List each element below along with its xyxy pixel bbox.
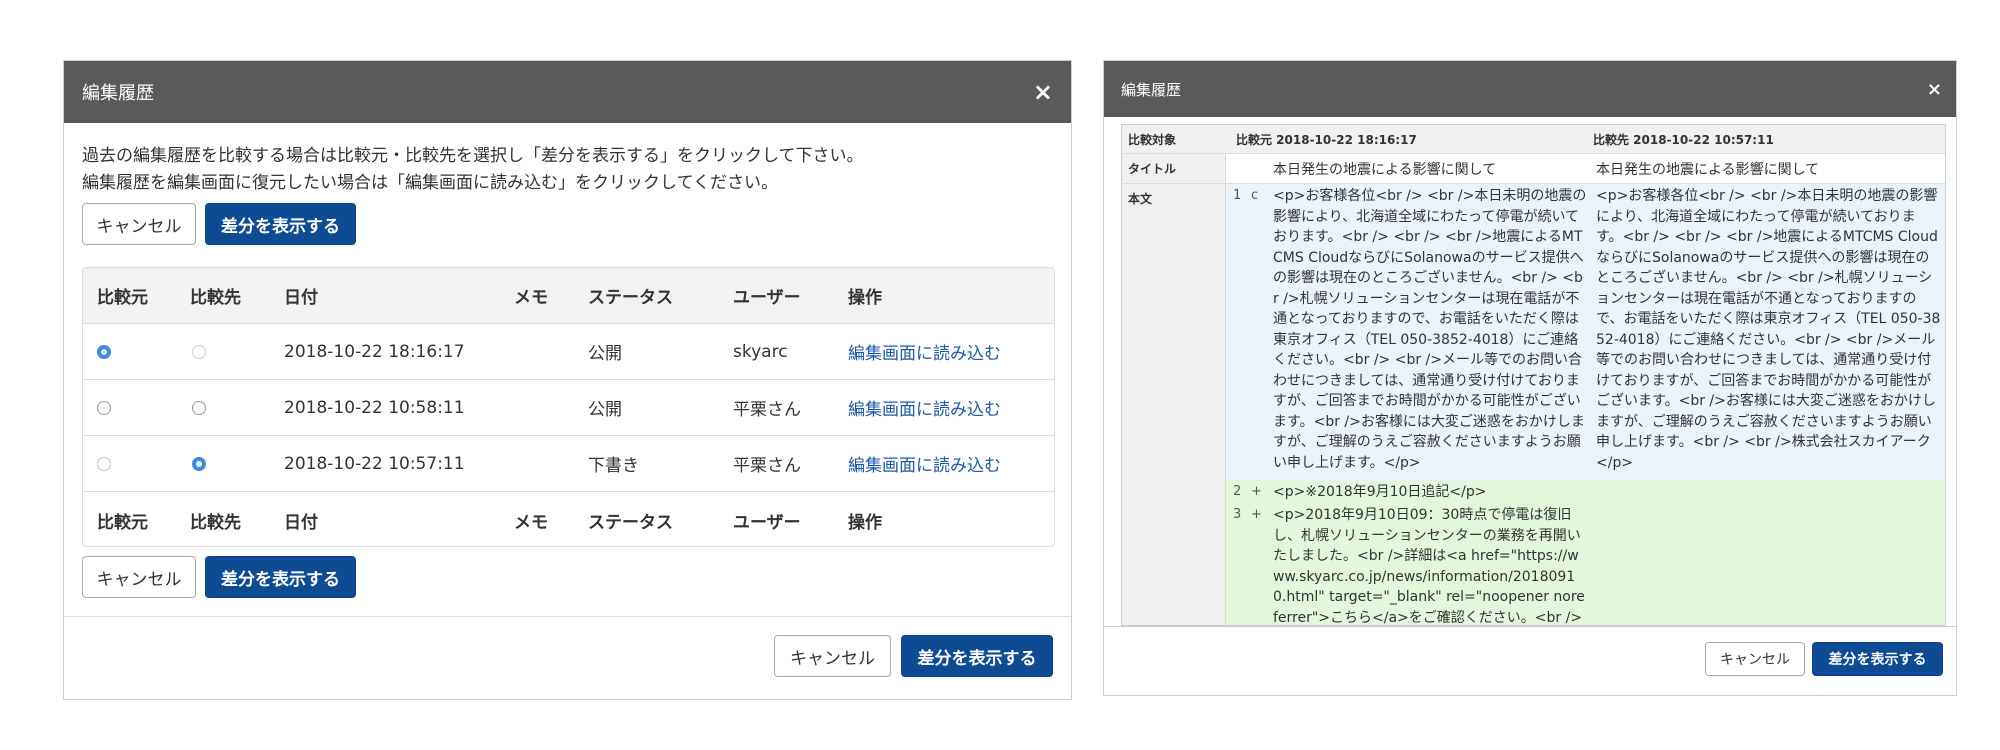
col-action: 操作: [848, 288, 882, 308]
row-status: 公開: [588, 400, 622, 420]
dialog-header: 編集履歴 ×: [1104, 61, 1956, 117]
load-into-editor-link[interactable]: 編集画面に読み込む: [848, 324, 1001, 379]
load-into-editor-link[interactable]: 編集画面に読み込む: [848, 380, 1001, 435]
col-status: ステータス: [588, 288, 673, 308]
table-footer: 比較元 比較先 日付 メモ ステータス ユーザー 操作: [83, 491, 1054, 546]
line-number: 2: [1233, 484, 1242, 499]
col-date: 日付: [284, 512, 318, 533]
col-source: 比較元: [97, 512, 148, 533]
row-user: 平栗さん: [733, 456, 801, 476]
title-target: 本日発生の地震による影響に関して: [1596, 162, 1820, 178]
diff-target-label: 比較先 2018-10-22 10:57:11: [1593, 133, 1774, 147]
diff-body-row: 本文 1 c <p>お客様各位<br /> <br />本日未明の地震の影響によ…: [1122, 183, 1945, 626]
load-into-editor-link[interactable]: 編集画面に読み込む: [848, 436, 1001, 491]
instruction-line: 過去の編集履歴を比較する場合は比較元・比較先を選択し「差分を表示する」をクリック…: [82, 146, 864, 166]
diff-source-label: 比較元 2018-10-22 18:16:17: [1236, 133, 1417, 147]
col-memo: メモ: [514, 512, 548, 533]
dialog-header: 編集履歴 ×: [64, 61, 1071, 123]
diff-header-row: 比較対象 比較元 2018-10-22 18:16:17 比較先 2018-10…: [1122, 125, 1945, 153]
cancel-button[interactable]: キャンセル: [82, 203, 196, 245]
show-diff-button[interactable]: 差分を表示する: [901, 635, 1053, 677]
instruction-line: 編集履歴を編集画面に復元したい場合は「編集画面に読み込む」をクリックしてください…: [82, 173, 778, 193]
target-radio[interactable]: [192, 400, 206, 415]
cancel-button[interactable]: キャンセル: [774, 635, 891, 677]
target-radio: [192, 344, 206, 359]
diff-header-label: 比較対象: [1128, 133, 1177, 147]
col-target: 比較先: [190, 288, 241, 308]
row-date: 2018-10-22 18:16:17: [284, 341, 465, 362]
diff-dialog: 編集履歴 × 比較対象 比較元 2018-10-22 18:16:17 比較先 …: [1103, 60, 1957, 696]
line-source-text: <p>※2018年9月10日追記</p>: [1273, 484, 1487, 500]
row-user: 平栗さん: [733, 400, 801, 420]
diff-table: 比較対象 比較元 2018-10-22 18:16:17 比較先 2018-10…: [1121, 124, 1946, 626]
col-memo: メモ: [514, 288, 548, 308]
source-radio: [97, 456, 111, 471]
line-mark: +: [1251, 484, 1262, 499]
instructions: 過去の編集履歴を比較する場合は比較元・比較先を選択し「差分を表示する」をクリック…: [82, 143, 864, 197]
diff-title-row: タイトル 本日発生の地震による影響に関して 本日発生の地震による影響に関して: [1122, 153, 1945, 184]
line-source-text: <p>お客様各位<br /> <br />本日未明の地震の影響により、北海道全域…: [1273, 188, 1587, 471]
row-date: 2018-10-22 10:57:11: [284, 453, 465, 474]
table-row: 2018-10-22 10:58:11 公開 平栗さん 編集画面に読み込む: [83, 379, 1054, 435]
table-row: 2018-10-22 10:57:11 下書き 平栗さん 編集画面に読み込む: [83, 435, 1054, 491]
col-status: ステータス: [588, 512, 673, 533]
row-label: タイトル: [1128, 162, 1177, 176]
line-source-text: <p>2018年9月10日09：30時点で停電は復旧し、札幌ソリューションセンタ…: [1273, 507, 1585, 626]
line-mark: c: [1251, 188, 1259, 203]
dialog-title: 編集履歴: [1121, 80, 1182, 99]
footer-divider: [1104, 626, 1956, 627]
row-status: 公開: [588, 344, 622, 364]
source-radio[interactable]: [97, 344, 111, 359]
edit-history-dialog: 編集履歴 × 過去の編集履歴を比較する場合は比較元・比較先を選択し「差分を表示す…: [63, 60, 1072, 700]
close-icon[interactable]: ×: [1033, 61, 1053, 123]
show-diff-button[interactable]: 差分を表示する: [1812, 642, 1943, 676]
history-table: 比較元 比較先 日付 メモ ステータス ユーザー 操作 2018-10-22 1…: [82, 267, 1055, 547]
dialog-title: 編集履歴: [82, 83, 154, 104]
target-radio[interactable]: [192, 456, 206, 471]
col-user: ユーザー: [733, 512, 801, 533]
cancel-button[interactable]: キャンセル: [1705, 642, 1805, 676]
col-date: 日付: [284, 288, 318, 308]
row-user: skyarc: [733, 341, 788, 362]
show-diff-button[interactable]: 差分を表示する: [205, 556, 356, 598]
show-diff-button[interactable]: 差分を表示する: [205, 203, 356, 245]
col-source: 比較元: [97, 288, 148, 308]
title-source: 本日発生の地震による影響に関して: [1273, 162, 1497, 178]
line-mark: +: [1251, 507, 1262, 522]
row-status: 下書き: [588, 456, 639, 476]
line-number: 1: [1233, 188, 1242, 203]
table-row: 2018-10-22 18:16:17 公開 skyarc 編集画面に読み込む: [83, 323, 1054, 379]
line-number: 3: [1233, 507, 1242, 522]
col-user: ユーザー: [733, 288, 801, 308]
row-label: 本文: [1128, 192, 1153, 206]
col-target: 比較先: [190, 512, 241, 533]
col-action: 操作: [848, 512, 882, 533]
row-date: 2018-10-22 10:58:11: [284, 397, 465, 418]
line-target-text: <p>お客様各位<br /> <br />本日未明の地震の影響により、北海道全域…: [1596, 188, 1941, 471]
footer-divider: [64, 616, 1071, 617]
source-radio[interactable]: [97, 400, 111, 415]
cancel-button[interactable]: キャンセル: [82, 556, 196, 598]
table-header: 比較元 比較先 日付 メモ ステータス ユーザー 操作: [83, 268, 1054, 323]
close-icon[interactable]: ×: [1927, 61, 1942, 117]
